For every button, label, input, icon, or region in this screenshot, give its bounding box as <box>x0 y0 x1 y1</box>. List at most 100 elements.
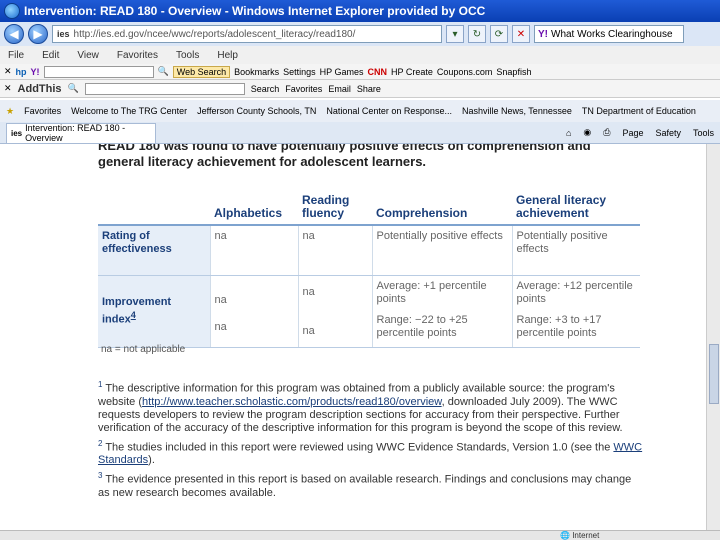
row-label-rating: Rating of effectiveness <box>98 225 210 276</box>
addthis-search-input[interactable] <box>84 82 245 95</box>
cell-text: na <box>214 293 227 306</box>
forward-icon[interactable]: ▶ <box>28 24 48 44</box>
intro-summary: READ 180 was found to have potentially p… <box>98 144 591 169</box>
cell-improvement-fluency: na na <box>297 275 372 348</box>
row-label-improvement: Improvement index4 <box>98 275 210 348</box>
tab-title: Intervention: READ 180 - Overview <box>25 123 126 143</box>
footnote-ref-4[interactable]: 4 <box>131 310 136 320</box>
cell-text: Range: +3 to +17 percentile points <box>516 313 602 339</box>
dropdown-icon[interactable]: ▾ <box>446 25 464 43</box>
toolbar-hp-create[interactable]: HP Create <box>391 67 433 77</box>
table-header-fluency: Reading fluency <box>298 192 372 226</box>
footnote-2: 2 The studies included in this report we… <box>98 437 643 468</box>
address-url: http://ies.ed.gov/ncee/wwc/reports/adole… <box>73 28 356 40</box>
footnotes: 1 The descriptive information for this p… <box>98 378 643 502</box>
vertical-scrollbar[interactable] <box>706 144 720 530</box>
na-note: na = not applicable <box>101 344 186 355</box>
addthis-search-icon: 🔍 <box>67 83 79 93</box>
yahoo-toolbar-icon[interactable]: Y! <box>31 67 40 77</box>
menu-tools[interactable]: Tools <box>176 50 199 61</box>
toolbar-snapfish[interactable]: Snapfish <box>496 67 531 77</box>
address-bar[interactable]: ies http://ies.ed.gov/ncee/wwc/reports/a… <box>52 25 442 43</box>
fav-link-tn-doe[interactable]: TN Department of Education <box>582 106 696 116</box>
cell-rating-general: Potentially positive effects <box>511 225 640 276</box>
footnote-number: 2 <box>98 438 103 448</box>
safety-menu[interactable]: Safety <box>655 128 681 138</box>
fav-link-nashville[interactable]: Nashville News, Tennessee <box>462 106 572 116</box>
feeds-icon[interactable]: ◉ <box>583 127 591 138</box>
cell-text: Average: +12 percentile points <box>516 279 633 305</box>
scrollbar-thumb[interactable] <box>709 344 719 404</box>
footnote-text: ). <box>148 454 155 467</box>
command-bar: ⌂ ◉ ⎙ Page Safety Tools <box>566 127 720 138</box>
cell-text: Range: −22 to +25 percentile points <box>376 313 468 339</box>
cell-improvement-comprehension: Average: +1 percentile points Range: −22… <box>371 275 512 348</box>
table-header-comprehension: Comprehension <box>372 192 512 226</box>
table-header-blank <box>98 192 210 226</box>
cell-rating-comprehension: Potentially positive effects <box>371 225 512 276</box>
search-icon[interactable]: 🔍 <box>158 66 169 77</box>
cell-text: na <box>302 324 315 337</box>
ie-logo-icon <box>4 3 20 19</box>
addthis-logo[interactable]: AddThis <box>18 83 62 95</box>
toolbar-coupons[interactable]: Coupons.com <box>437 67 493 77</box>
favorites-star-icon[interactable]: ★ <box>6 106 14 117</box>
web-search-button[interactable]: Web Search <box>172 65 231 78</box>
favorites-label[interactable]: Favorites <box>24 106 61 116</box>
addthis-search-button[interactable]: Search <box>251 84 280 94</box>
cell-text: Average: +1 percentile points <box>376 279 487 305</box>
toolbar-search-input[interactable] <box>43 65 154 78</box>
toolbar-hp-games[interactable]: HP Games <box>320 67 364 77</box>
refresh-icon[interactable]: ⟳ <box>490 25 508 43</box>
cell-improvement-alphabetics: na na <box>209 275 298 348</box>
cell-rating-alphabetics: na <box>209 225 298 276</box>
tab-favicon-icon: ies <box>11 128 23 138</box>
footnote-number: 1 <box>98 380 103 389</box>
close-addthis-icon[interactable]: ✕ <box>4 83 12 94</box>
footnote-text: The studies included in this report were… <box>105 441 614 454</box>
menu-edit[interactable]: Edit <box>42 50 59 61</box>
status-bar: 🌐 Internet <box>0 530 720 540</box>
stop-icon[interactable]: ✕ <box>512 25 530 43</box>
addthis-email[interactable]: Email <box>328 84 351 94</box>
menu-file[interactable]: File <box>8 50 24 61</box>
favorites-bar: ★ Favorites Welcome to The TRG Center Je… <box>0 100 720 122</box>
effectiveness-table: Alphabetics Reading fluency Comprehensio… <box>98 192 640 348</box>
hp-toolbar: ✕ hp Y! 🔍 Web Search Bookmarks Settings … <box>0 64 720 80</box>
close-toolbar-icon[interactable]: ✕ <box>4 66 12 77</box>
addthis-favorites[interactable]: Favorites <box>285 84 322 94</box>
cell-text: na <box>214 320 227 333</box>
toolbar-cnn[interactable]: CNN <box>368 67 388 77</box>
browser-search-input[interactable]: Y! What Works Clearinghouse <box>534 25 684 43</box>
window-title: Intervention: READ 180 - Overview - Wind… <box>24 4 486 18</box>
toolbar-settings[interactable]: Settings <box>283 67 316 77</box>
status-zone: Internet <box>572 531 600 540</box>
globe-icon: 🌐 <box>560 531 570 540</box>
table-header-general-literacy: General literacy achievement <box>512 192 640 226</box>
cell-rating-fluency: na <box>297 225 372 276</box>
menu-bar: File Edit View Favorites Tools Help <box>0 46 720 64</box>
back-icon[interactable]: ◀ <box>4 24 24 44</box>
menu-favorites[interactable]: Favorites <box>117 50 158 61</box>
hp-logo-icon[interactable]: hp <box>16 67 27 77</box>
menu-view[interactable]: View <box>77 50 99 61</box>
row-label-improvement-text: Improvement index <box>102 295 172 326</box>
table-header-alphabetics: Alphabetics <box>210 192 298 226</box>
table-row: Improvement index4 na na na na Average: … <box>98 275 640 348</box>
footnote-text: The evidence presented in this report is… <box>98 473 632 499</box>
compat-view-icon[interactable]: ↻ <box>468 25 486 43</box>
menu-help[interactable]: Help <box>217 50 238 61</box>
title-bar: Intervention: READ 180 - Overview - Wind… <box>0 0 720 22</box>
tools-menu[interactable]: Tools <box>693 128 714 138</box>
home-icon[interactable]: ⌂ <box>566 128 571 138</box>
tab-read180-overview[interactable]: ies Intervention: READ 180 - Overview <box>6 122 156 143</box>
fav-link-trg[interactable]: Welcome to The TRG Center <box>71 106 187 116</box>
print-icon[interactable]: ⎙ <box>603 127 610 138</box>
fav-link-jefferson[interactable]: Jefferson County Schools, TN <box>197 106 316 116</box>
table-row: Rating of effectiveness na na Potentiall… <box>98 225 640 276</box>
toolbar-bookmarks[interactable]: Bookmarks <box>234 67 279 77</box>
fav-link-nccrti[interactable]: National Center on Response... <box>326 106 452 116</box>
addthis-share[interactable]: Share <box>357 84 381 94</box>
footnote-link[interactable]: http://www.teacher.scholastic.com/produc… <box>142 396 442 408</box>
page-menu[interactable]: Page <box>622 128 643 138</box>
